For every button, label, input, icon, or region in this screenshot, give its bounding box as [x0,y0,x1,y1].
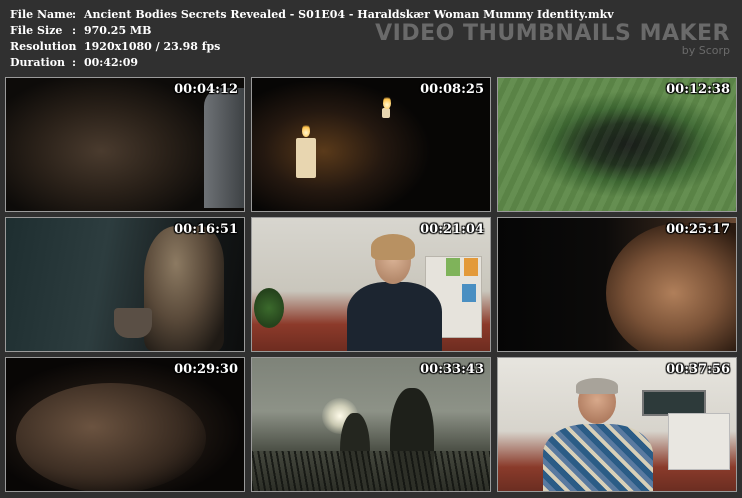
thumbnail-7[interactable]: 00:29:30 [5,357,245,492]
thumbnail-timestamp: 00:04:12 [174,82,238,97]
info-value-resolution: 1920x1080 / 23.98 fps [84,40,221,53]
info-separator: : [72,8,77,21]
thumbnail-image [6,358,244,491]
thumbnail-4[interactable]: 00:16:51 [5,217,245,352]
thumbnail-image [6,78,244,211]
thumbnail-3[interactable]: 00:12:38 [497,77,737,212]
info-value-duration: 00:42:09 [84,56,139,69]
thumbnail-timestamp: 00:21:04 [420,222,484,237]
thumbnail-timestamp: 00:16:51 [174,222,238,237]
thumbnail-image [6,218,244,351]
thumbnail-1[interactable]: 00:04:12 [5,77,245,212]
info-separator: : [72,40,77,53]
info-label: File Size [10,24,63,37]
watermark-logo: VIDEO THUMBNAILS MAKER by Scorp [375,22,730,57]
info-row-duration: Duration : 00:42:09 [10,55,614,71]
thumbnail-image [498,358,736,491]
thumbnail-image [252,78,490,211]
watermark-subtitle: by Scorp [681,44,730,57]
info-label: File Name [10,8,73,21]
thumbnail-5[interactable]: 00:21:04 [251,217,491,352]
info-label: Duration [10,56,66,69]
thumbnail-timestamp: 00:12:38 [666,82,730,97]
thumbnail-image [498,78,736,211]
watermark-title: VIDEO THUMBNAILS MAKER [375,21,730,46]
thumbnail-grid: 00:04:12 00:08:25 00:12:38 00:16:51 00:2… [5,77,737,492]
info-label: Resolution [10,40,77,53]
thumbnail-2[interactable]: 00:08:25 [251,77,491,212]
thumbnail-9[interactable]: 00:37:56 [497,357,737,492]
thumbnail-timestamp: 00:25:17 [666,222,730,237]
thumbnail-image [252,358,490,491]
thumbnail-timestamp: 00:33:43 [420,362,484,377]
thumbnail-timestamp: 00:29:30 [174,362,238,377]
info-separator: : [72,24,77,37]
thumbnail-timestamp: 00:08:25 [420,82,484,97]
thumbnail-8[interactable]: 00:33:43 [251,357,491,492]
thumbnail-image [252,218,490,351]
thumbnail-6[interactable]: 00:25:17 [497,217,737,352]
thumbnail-timestamp: 00:37:56 [666,362,730,377]
thumbnail-image [498,218,736,351]
info-value-file-size: 970.25 MB [84,24,152,37]
info-separator: : [72,56,77,69]
